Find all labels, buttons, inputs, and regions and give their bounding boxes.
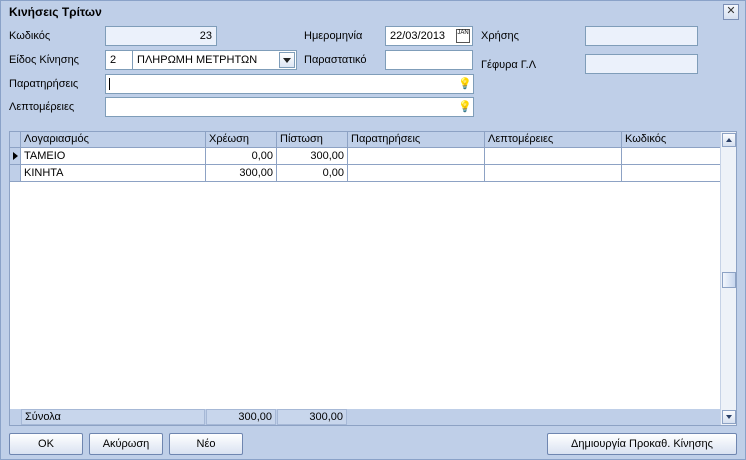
scroll-down-arrow-icon[interactable] [722,410,736,424]
table-cell-notes[interactable] [348,165,485,182]
table-cell-credit[interactable]: 300,00 [277,148,348,165]
fiscal-year-field[interactable] [585,26,698,46]
table-cell-notes[interactable] [348,148,485,165]
movement-type-code-field[interactable]: 2 [105,50,133,70]
ok-button[interactable]: OK [9,433,83,455]
movement-type-label: Είδος Κίνησης [9,54,79,66]
movement-type-select[interactable]: ΠΛΗΡΩΜΗ ΜΕΤΡΗΤΩΝ [132,50,297,70]
table-cell-account[interactable]: ΤΑΜΕΙΟ [21,148,206,165]
table-cell-debit[interactable]: 300,00 [206,165,277,182]
calendar-icon[interactable]: JAN [456,29,470,43]
chevron-down-icon[interactable] [279,52,295,68]
new-button[interactable]: Νέο [169,433,243,455]
table-cell-code[interactable] [622,165,721,182]
cancel-button[interactable]: Ακύρωση [89,433,163,455]
gl-bridge-field[interactable] [585,54,698,74]
row-indicator[interactable] [10,165,21,182]
column-header-code[interactable]: Κωδικός [622,132,721,148]
notes-input[interactable]: 💡 [105,74,474,94]
date-field[interactable]: 22/03/2013 JAN [385,26,473,46]
notes-label: Παρατηρήσεις [9,78,79,90]
text-cursor [109,78,110,90]
lightbulb-icon[interactable]: 💡 [458,77,472,91]
date-label: Ημερομηνία [304,30,363,42]
movement-type-select-value: ΠΛΗΡΩΜΗ ΜΕΤΡΗΤΩΝ [137,54,258,66]
grid-corner-header [10,132,21,148]
table-cell-credit[interactable]: 0,00 [277,165,348,182]
close-button[interactable]: ✕ [723,4,739,20]
document-label: Παραστατικό [304,54,367,66]
column-header-credit[interactable]: Πίστωση [277,132,348,148]
column-header-notes[interactable]: Παρατηρήσεις [348,132,485,148]
code-label: Κωδικός [9,30,51,42]
totals-debit: 300,00 [206,409,276,425]
table-cell-details[interactable] [485,165,622,182]
details-label: Λεπτομέρειες [9,101,75,113]
column-header-account[interactable]: Λογαριασμός [21,132,206,148]
table-cell-debit[interactable]: 0,00 [206,148,277,165]
column-header-debit[interactable]: Χρέωση [206,132,277,148]
row-indicator[interactable] [10,148,21,165]
scrollbar-thumb[interactable] [722,272,736,288]
details-input[interactable]: 💡 [105,97,474,117]
totals-label: Σύνολα [21,409,205,425]
window: Κινήσεις Τρίτων ✕ Κωδικός 23 Είδος Κίνησ… [0,0,746,460]
current-row-arrow-icon [13,152,18,160]
table-cell-account[interactable]: ΚΙΝΗΤΑ [21,165,206,182]
vertical-scrollbar[interactable] [720,132,736,425]
scroll-up-arrow-icon[interactable] [722,133,736,147]
lightbulb-icon[interactable]: 💡 [458,100,472,114]
fiscal-year-label: Χρήσης [481,30,519,42]
date-value: 22/03/2013 [390,30,446,42]
entries-grid[interactable]: Λογαριασμός Χρέωση Πίστωση Παρατηρήσεις … [9,131,737,426]
create-preset-movement-button[interactable]: Δημιουργία Προκαθ. Κίνησης [547,433,737,455]
window-title: Κινήσεις Τρίτων [9,5,102,19]
table-cell-code[interactable] [622,148,721,165]
title-bar: Κινήσεις Τρίτων ✕ [1,1,745,23]
column-header-details[interactable]: Λεπτομέρειες [485,132,622,148]
totals-credit: 300,00 [277,409,347,425]
code-field[interactable]: 23 [105,26,217,46]
table-cell-details[interactable] [485,148,622,165]
document-input[interactable] [385,50,473,70]
gl-bridge-label: Γέφυρα Γ.Λ [481,59,537,71]
